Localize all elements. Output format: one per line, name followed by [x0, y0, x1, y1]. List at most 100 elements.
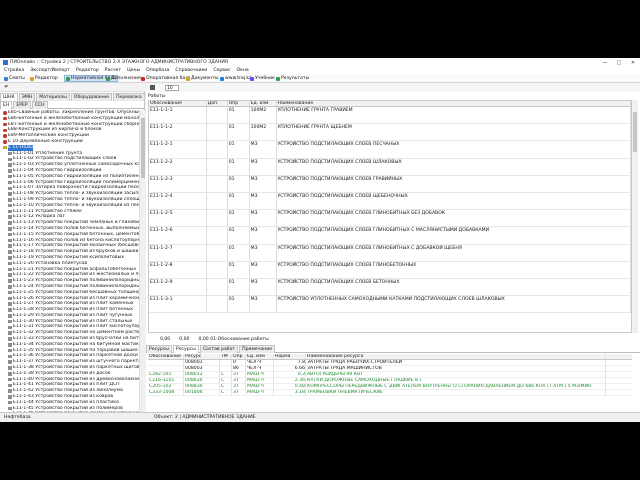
document-icon [8, 314, 12, 318]
minimize-button[interactable]: — [598, 58, 612, 67]
scrollbar-thumb[interactable] [633, 112, 637, 152]
menu-calc[interactable]: Расчет [105, 68, 121, 73]
table-row[interactable]: E11-1-3-1 01 М3 УСТРОЙСТВО УПЛОТНЕННЫХ САМО… [149, 296, 631, 314]
col-res-unit[interactable]: Ед. изм [246, 354, 274, 359]
maximize-button[interactable]: □ [612, 58, 626, 67]
toolbar-additions-button[interactable]: Дополнения [106, 75, 141, 82]
page-size-field[interactable]: 10 [165, 84, 179, 91]
table-row[interactable]: E11-1-2-1 01 М3 УСТРОЙСТВО ПОДСТИЛАЮЩИХ СЛО… [149, 141, 631, 159]
cell-resource: 008620 [184, 378, 220, 383]
table-row[interactable]: E11-1-2-5 01 М3 УСТРОЙСТВО ПОДСТИЛАЮЩИХ СЛО… [149, 210, 631, 228]
cell-code: E11-1-2-6 [149, 227, 207, 244]
table-row[interactable]: E11-1-2-4 01 М3 УСТРОЙСТВО ПОДСТИЛАЮЩИХ СЛО… [149, 192, 631, 211]
document-icon [8, 180, 12, 185]
col-tm[interactable]: ТМ [220, 354, 232, 359]
cell-dop [207, 244, 228, 261]
col-code[interactable]: Обоснование [149, 101, 207, 106]
document-icon [8, 215, 12, 219]
col-res-name[interactable]: Наименование ресурса [306, 354, 606, 359]
col-unit[interactable]: Ед. изм [250, 101, 277, 106]
menu-operbaza[interactable]: Опербаза [146, 68, 169, 73]
table-row[interactable]: E11-1-2-6 01 М3 УСТРОЙСТВО ПОДСТИЛАЮЩИХ СЛО… [149, 227, 631, 245]
menu-windows[interactable]: Окна [236, 68, 248, 73]
tab-materials[interactable]: Материалы [36, 93, 70, 101]
toolbar-estimates-button[interactable]: Сметы [4, 75, 25, 82]
table-row[interactable]: E11-1-2-8 01 М3 УСТРОЙСТВО ПОДСТИЛАЮЩИХ СЛО… [149, 261, 631, 279]
cell-resource: 001806 [184, 390, 220, 395]
cell-tm: C [220, 378, 232, 383]
main-toolbar: Сметы Редактор Нормативная база Дополнен… [0, 74, 640, 83]
menu-references[interactable]: Справочники [175, 68, 207, 73]
book-icon [250, 76, 254, 81]
table-row[interactable]: E11-1-2-3 01 М3 УСТРОЙСТВО ПОДСТИЛАЮЩИХ СЛО… [149, 175, 631, 193]
table-row[interactable]: E11-1-2-9 01 М3 УСТРОЙСТВО ПОДСТИЛАЮЩИХ СЛО… [149, 278, 631, 297]
tab-en[interactable]: ЕН [0, 101, 13, 109]
cell-norm: 6.66 [274, 366, 306, 371]
tab-transport[interactable]: Перевозка [113, 93, 145, 101]
cell-code: E11-1-2-1 [149, 141, 207, 158]
toolbar-documents-button[interactable]: Документы [186, 75, 219, 82]
document-icon [8, 395, 12, 399]
menu-service[interactable]: Сервис [213, 68, 230, 73]
document-icon [4, 76, 8, 81]
toolbar-editor-button[interactable]: Редактор [30, 75, 58, 82]
toolbar-tutorial-button[interactable]: Учебник [250, 75, 275, 82]
globe-icon [220, 76, 224, 81]
document-icon [8, 151, 12, 156]
works-scrollbar[interactable] [632, 100, 638, 333]
cell-res-unit: МАШ-Ч [246, 372, 274, 377]
tab-note[interactable]: Примечание [239, 345, 276, 353]
cell-res-code: C282-101 [148, 372, 184, 377]
tab-resources-2[interactable]: Ресурсы [172, 345, 199, 353]
cell-name: УСТРОЙСТВО ПОДСТИЛАЮЩИХ СЛОЕВ ГЛИНОБЕТОН… [277, 261, 631, 278]
resource-row[interactable]: C233-1008 001806 C 37 МАШ-Ч 3.18 ТРАМБОВКИ ПНЕ… [148, 390, 632, 396]
title-bar: ПИОнлайн :: Стройка 2 | СТРОИТЕЛЬСТВО 2-… [0, 58, 640, 67]
col-dop[interactable]: Доп. [207, 101, 228, 106]
tab-emn[interactable]: ЭМН [18, 93, 36, 101]
close-button[interactable]: ✕ [626, 58, 640, 67]
table-row[interactable]: E11-1-2-2 01 М3 УСТРОЙСТВО ПОДСТИЛАЮЩИХ СЛО… [149, 158, 631, 176]
tree-scrollbar[interactable] [139, 110, 145, 412]
col-opr[interactable]: Опр [228, 101, 250, 106]
filter-icon[interactable]: ≠ [4, 84, 8, 90]
cell-unit: М3 [250, 192, 277, 210]
toolbar-operative-base-button[interactable]: Оперативная база [141, 75, 191, 82]
menu-export-import[interactable]: Экспорт/Импорт [30, 68, 70, 73]
table-row[interactable]: E11-1-1-2 01 100М2 УПЛОТНЕНИЕ ГРУНТА ЩЕБНЕМ [149, 124, 631, 142]
menu-editor[interactable]: Редактор [76, 68, 99, 73]
cell-dop [207, 141, 228, 158]
app-icon [3, 60, 8, 65]
cell-code: E11-1-2-2 [149, 158, 207, 175]
table-row[interactable]: E11-1-1-1 01 100М2 УПЛОТНЕНИЕ ГРУНТА ГРАВИЕ… [149, 107, 631, 125]
cell-dop [207, 192, 228, 210]
document-icon [8, 279, 12, 283]
table-row[interactable]: E11-1-2-7 01 М3 УСТРОЙСТВО ПОДСТИЛАЮЩИХ СЛО… [149, 244, 631, 262]
works-grid: Обоснование Доп. Опр Ед. изм Наименовани… [148, 100, 632, 333]
tab-erer[interactable]: ЕРЕР [13, 101, 31, 109]
document-icon [8, 285, 12, 289]
tab-ssn[interactable]: ССН [31, 101, 48, 109]
tab-equipment[interactable]: Оборудование [70, 93, 113, 101]
tab-shnk[interactable]: ШНК [0, 93, 18, 101]
col-res-code[interactable]: Обоснование [148, 354, 184, 359]
tab-resources-1[interactable]: Ресурсы [146, 345, 172, 353]
cell-dop [207, 210, 228, 227]
tab-work-composition[interactable]: Состав работ [199, 345, 239, 353]
scrollbar-thumb[interactable] [141, 118, 145, 178]
col-resource[interactable]: Ресурс [184, 354, 220, 359]
col-norm[interactable]: Норма [274, 354, 306, 359]
cell-opr: 01 [228, 261, 250, 278]
works-panel: 10 Работы Обоснование Доп. Опр Ед. изм Н… [146, 83, 640, 412]
document-icon [8, 302, 12, 306]
toolbar-website-button[interactable]: www.tnq.kz [220, 75, 251, 82]
col-name[interactable]: Наименование [277, 101, 631, 106]
menu-prices[interactable]: Цены [127, 68, 140, 73]
grid-icon[interactable] [150, 85, 155, 90]
document-icon [8, 319, 12, 324]
menu-stroika[interactable]: Стройка [4, 68, 24, 73]
document-icon [8, 232, 12, 237]
cell-resource: 008012 [184, 372, 220, 377]
col-res-opr[interactable]: Опр [232, 354, 246, 359]
toolbar-results-button[interactable]: Результаты [276, 75, 309, 82]
document-icon [8, 198, 12, 202]
